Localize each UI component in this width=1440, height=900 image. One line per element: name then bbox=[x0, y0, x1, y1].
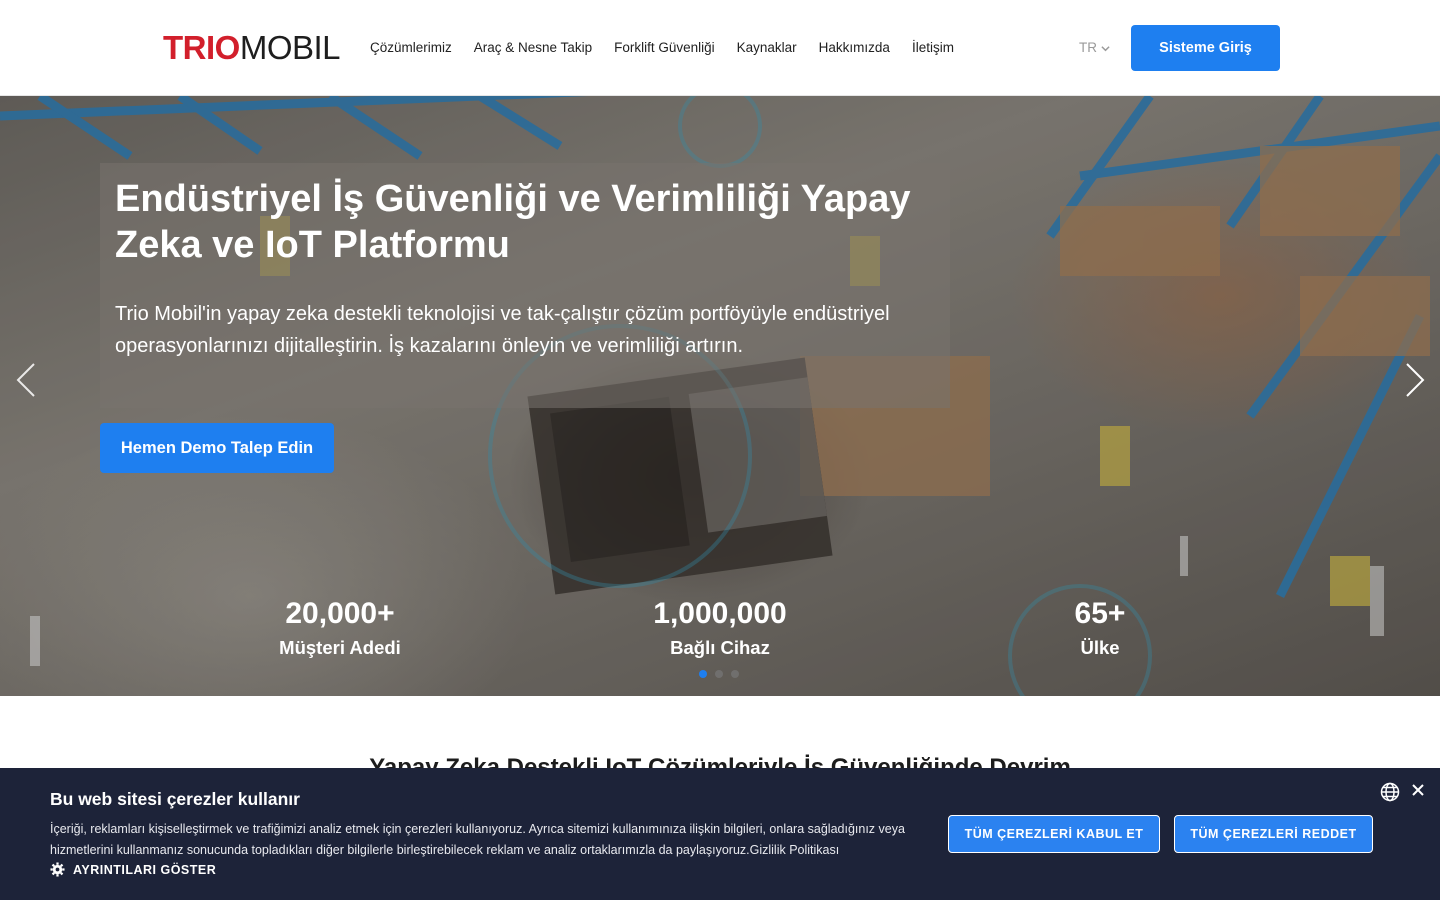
stat-value: 65+ bbox=[1074, 597, 1126, 630]
logo-mobil: MOBIL bbox=[239, 29, 341, 66]
login-button[interactable]: Sisteme Giriş bbox=[1131, 25, 1280, 71]
slider-dot[interactable] bbox=[715, 670, 723, 678]
stat-label: Müşteri Adedi bbox=[279, 637, 401, 658]
language-label: TR bbox=[1079, 40, 1097, 55]
nav-item-forklift-safety[interactable]: Forklift Güvenliği bbox=[614, 38, 715, 58]
demo-request-button[interactable]: Hemen Demo Talep Edin bbox=[100, 423, 334, 473]
site-header: TRIO MOBIL Çözümlerimiz Araç & Nesne Taki… bbox=[0, 0, 1440, 96]
nav-item-solutions[interactable]: Çözümlerimiz bbox=[370, 38, 452, 58]
stat-customers: 20,000+ Müşteri Adedi bbox=[220, 596, 460, 660]
stat-value: 1,000,000 bbox=[653, 597, 787, 630]
chevron-left-icon[interactable] bbox=[14, 362, 38, 398]
slider-dot[interactable] bbox=[731, 670, 739, 678]
nav-item-resources[interactable]: Kaynaklar bbox=[737, 38, 797, 58]
cookie-banner: Bu web sitesi çerezler kullanır İçeriği,… bbox=[0, 768, 1440, 900]
cookie-details-label: AYRINTILARI GÖSTER bbox=[73, 862, 217, 877]
cookie-text: İçeriği, reklamları kişiselleştirmek ve … bbox=[50, 822, 905, 857]
stat-countries: 65+ Ülke bbox=[980, 596, 1220, 660]
stat-label: Ülke bbox=[1080, 637, 1120, 658]
slider-pagination bbox=[699, 670, 739, 678]
gear-icon bbox=[50, 862, 65, 877]
trio-mobil-logo[interactable]: TRIO MOBIL bbox=[163, 29, 341, 66]
hero-slider: Endüstriyel İş Güvenliği ve Verimliliği … bbox=[0, 96, 1440, 696]
stat-devices: 1,000,000 Bağlı Cihaz bbox=[600, 596, 840, 660]
nav-item-vehicle-tracking[interactable]: Araç & Nesne Takip bbox=[474, 38, 592, 58]
nav-item-about[interactable]: Hakkımızda bbox=[819, 38, 890, 58]
globe-icon[interactable] bbox=[1380, 782, 1400, 802]
logo-trio: TRIO bbox=[163, 29, 240, 66]
language-selector[interactable]: TR bbox=[1079, 38, 1110, 58]
cookie-details-toggle[interactable]: AYRINTILARI GÖSTER bbox=[50, 862, 216, 877]
reject-cookies-button[interactable]: TÜM ÇEREZLERİ REDDET bbox=[1174, 815, 1373, 853]
hero-subtitle: Trio Mobil'in yapay zeka destekli teknol… bbox=[115, 303, 890, 357]
accept-cookies-button[interactable]: TÜM ÇEREZLERİ KABUL ET bbox=[948, 815, 1160, 853]
chevron-right-icon[interactable] bbox=[1403, 362, 1427, 398]
close-icon[interactable] bbox=[1411, 783, 1425, 797]
stat-label: Bağlı Cihaz bbox=[670, 637, 770, 658]
cookie-title: Bu web sitesi çerezler kullanır bbox=[50, 789, 300, 809]
stat-value: 20,000+ bbox=[285, 597, 395, 630]
chevron-down-icon bbox=[1101, 45, 1110, 51]
slider-dot[interactable] bbox=[699, 670, 707, 678]
main-nav: Çözümlerimiz Araç & Nesne Takip Forklift… bbox=[370, 38, 976, 58]
nav-item-contact[interactable]: İletişim bbox=[912, 38, 954, 58]
hero-title: Endüstriyel İş Güvenliği ve Verimliliği … bbox=[115, 178, 911, 266]
